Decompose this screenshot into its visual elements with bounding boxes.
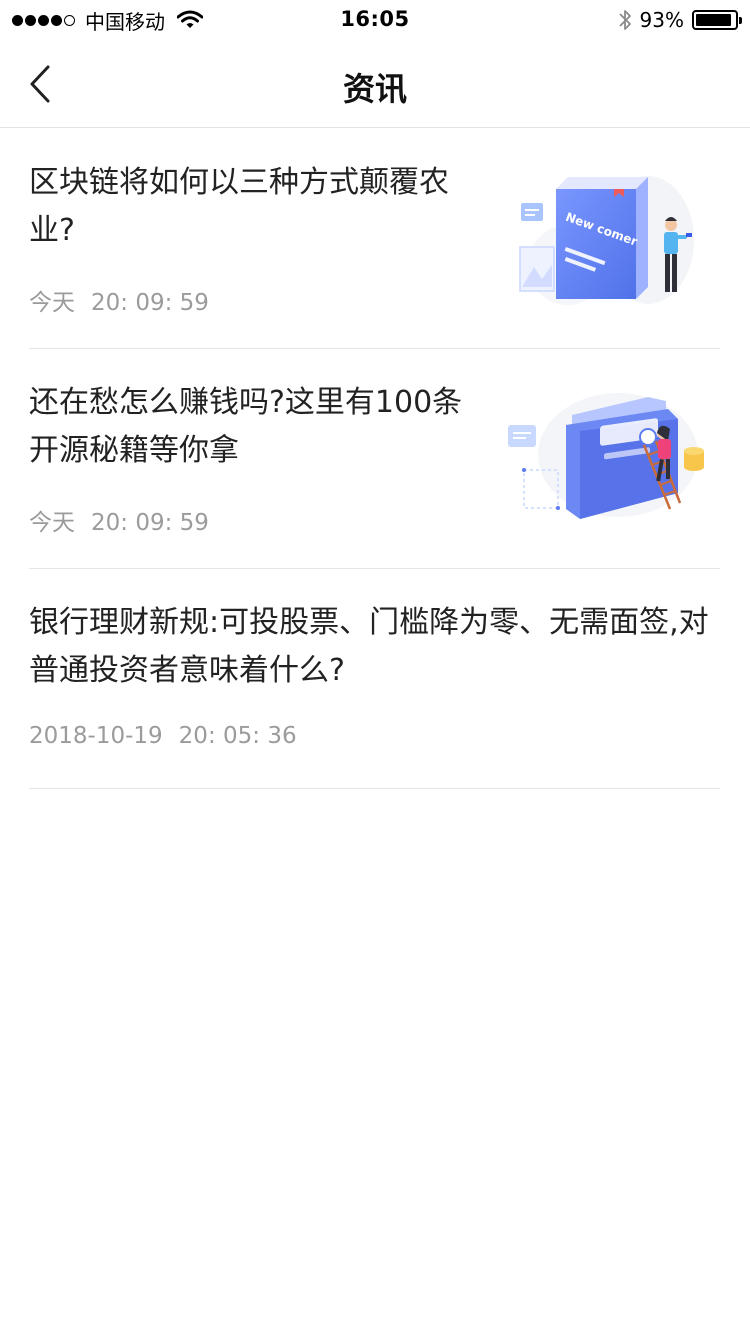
status-bar: 中国移动 16:05 93% [0, 0, 750, 40]
battery-percent: 93% [639, 8, 684, 32]
navigation-bar: 资讯 [0, 40, 750, 128]
news-title: 银行理财新规:可投股票、门槛降为零、无需面签,对普通投资者意味着什么? [29, 605, 709, 688]
news-time: 20: 05: 36 [178, 723, 297, 749]
battery-fill [696, 14, 732, 26]
news-date: 今天 [29, 290, 75, 316]
news-time: 20: 09: 59 [91, 510, 209, 536]
news-item[interactable]: 还在愁怎么赚钱吗?这里有100条开源秘籍等你拿 今天 20: 09: 59 [29, 349, 720, 569]
battery-icon [692, 10, 742, 30]
battery-tip [739, 17, 742, 24]
news-item[interactable]: 银行理财新规:可投股票、门槛降为零、无需面签,对普通投资者意味着什么? 2018… [29, 569, 720, 789]
bluetooth-icon [618, 10, 631, 30]
news-time: 20: 09: 59 [91, 290, 209, 316]
folder-ladder-illustration [508, 393, 704, 519]
status-right: 93% [618, 8, 742, 32]
news-date: 今天 [29, 510, 75, 536]
news-item[interactable]: 区块链将如何以三种方式颠覆农业? 今天 20: 09: 59 New comer [29, 129, 720, 349]
news-timestamp: 今天 20: 09: 59 [29, 503, 209, 537]
news-date: 2018-10-19 [29, 723, 163, 749]
news-list: 区块链将如何以三种方式颠覆农业? 今天 20: 09: 59 New comer [29, 129, 720, 789]
book-illustration: New comer [519, 176, 694, 305]
news-title: 区块链将如何以三种方式颠覆农业? [29, 165, 449, 248]
news-timestamp: 今天 20: 09: 59 [29, 283, 209, 317]
page-title: 资讯 [342, 70, 407, 108]
news-timestamp: 2018-10-19 20: 05: 36 [29, 723, 297, 749]
news-title: 还在愁怎么赚钱吗?这里有100条开源秘籍等你拿 [29, 385, 463, 468]
